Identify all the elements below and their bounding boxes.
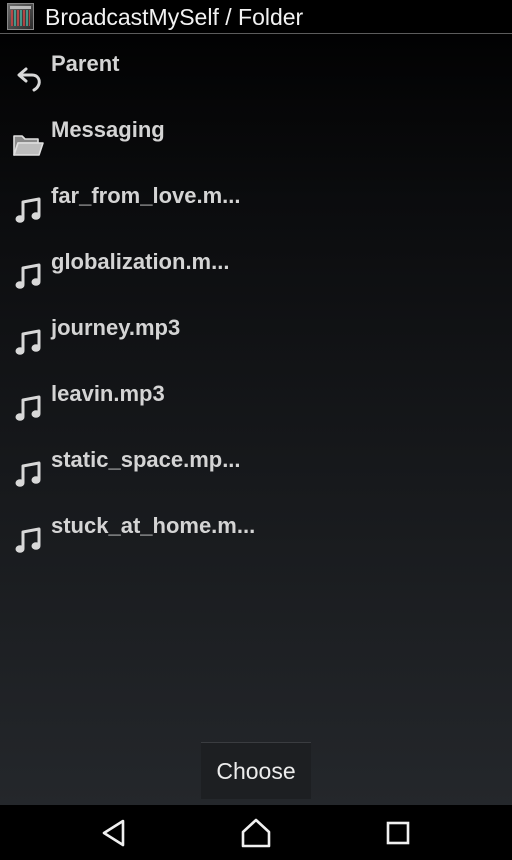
- list-item-label: stuck_at_home.m...: [51, 513, 256, 538]
- recent-apps-icon[interactable]: [378, 815, 418, 851]
- title-bar: BroadcastMySelf / Folder: [0, 0, 512, 34]
- music-note-icon: [12, 194, 48, 230]
- app-icon: [7, 3, 34, 30]
- file-list: Parent Messaging far_from_love.m... glob…: [0, 34, 512, 562]
- music-note-icon: [12, 524, 48, 560]
- list-item-file[interactable]: globalization.m...: [0, 232, 512, 298]
- music-note-icon: [12, 326, 48, 362]
- file-chooser-screen: BroadcastMySelf / Folder Parent Messagin…: [0, 0, 512, 805]
- list-item-label: globalization.m...: [51, 249, 230, 274]
- music-note-icon: [12, 260, 48, 296]
- list-item-label: far_from_love.m...: [51, 183, 241, 208]
- list-item-parent[interactable]: Parent: [0, 34, 512, 100]
- music-note-icon: [12, 392, 48, 428]
- list-item-file[interactable]: stuck_at_home.m...: [0, 496, 512, 562]
- music-note-icon: [12, 458, 48, 494]
- undo-arrow-icon: [12, 60, 48, 96]
- list-item-label: journey.mp3: [51, 315, 181, 340]
- list-item-folder-messaging[interactable]: Messaging: [0, 100, 512, 166]
- list-item-file[interactable]: far_from_love.m...: [0, 166, 512, 232]
- list-item-label: leavin.mp3: [51, 381, 165, 406]
- list-item-label: static_space.mp...: [51, 447, 241, 472]
- window-title: BroadcastMySelf / Folder: [45, 4, 304, 30]
- folder-icon: [12, 126, 48, 162]
- choose-button[interactable]: Choose: [201, 742, 311, 799]
- home-icon[interactable]: [236, 815, 276, 851]
- list-item-label: Parent: [51, 51, 120, 76]
- list-item-file[interactable]: leavin.mp3: [0, 364, 512, 430]
- back-triangle-icon[interactable]: [95, 815, 135, 851]
- system-navigation-bar: [0, 805, 512, 860]
- list-item-file[interactable]: journey.mp3: [0, 298, 512, 364]
- list-item-file[interactable]: static_space.mp...: [0, 430, 512, 496]
- list-item-label: Messaging: [51, 117, 165, 142]
